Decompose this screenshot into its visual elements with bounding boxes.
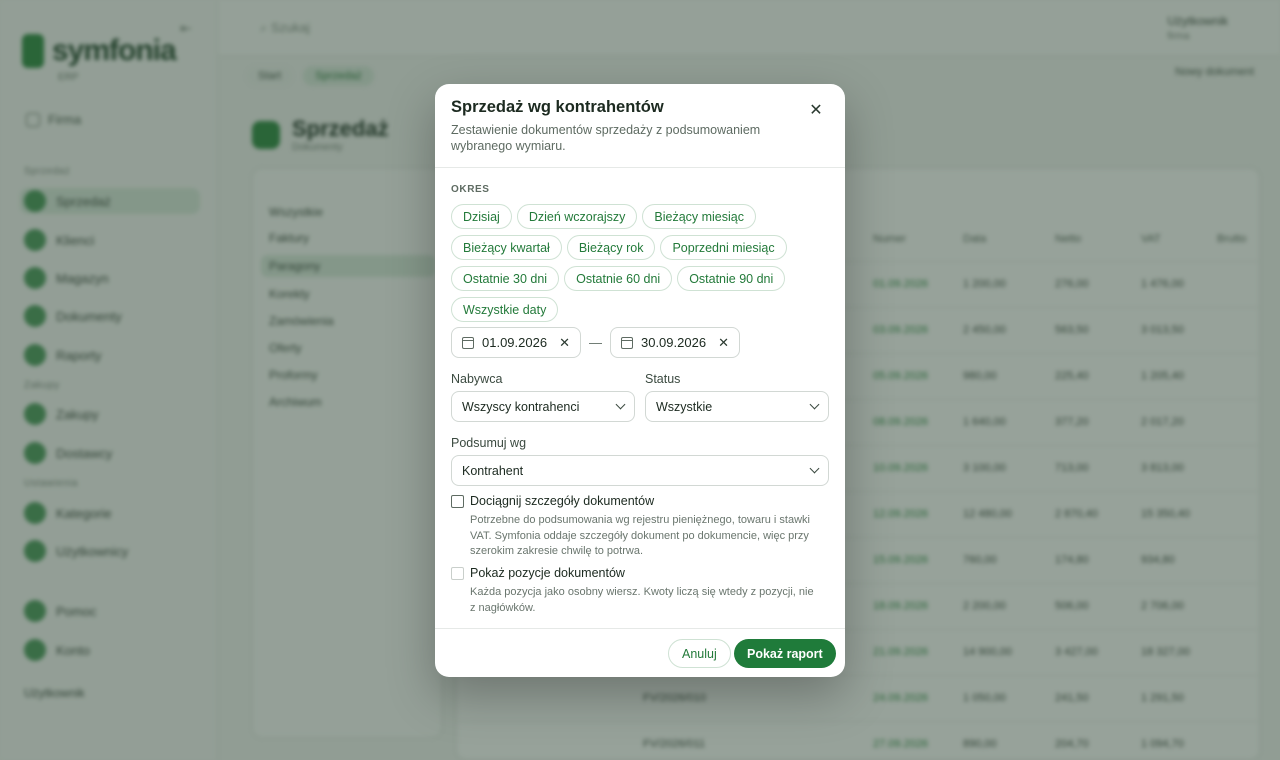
period-chip-all-dates[interactable]: Wszystkie daty [451, 297, 559, 322]
fetch-details-label: Dociągnij szczegóły dokumentów [470, 494, 655, 508]
period-chip-previous-month[interactable]: Poprzedni miesiąc [660, 235, 787, 260]
period-chip-current-month[interactable]: Bieżący miesiąc [642, 204, 756, 229]
summarize-select[interactable]: Kontrahent [451, 455, 829, 486]
status-label: Status [645, 372, 681, 386]
cancel-button[interactable]: Anuluj [668, 639, 731, 668]
chevron-down-icon [615, 399, 626, 410]
calendar-icon [620, 336, 633, 349]
status-value: Wszystkie [656, 399, 713, 414]
period-chip-today[interactable]: Dzisiaj [451, 204, 512, 229]
date-from-value: 01.09.2026 [482, 335, 548, 350]
dialog-subtitle: Zestawienie dokumentów sprzedaży z podsu… [451, 123, 761, 153]
fetch-details-description: Potrzebne do podsumowania wg rejestru pi… [470, 514, 810, 557]
buyer-label: Nabywca [451, 372, 503, 386]
clear-date-to-icon[interactable]: ✕ [718, 335, 729, 351]
period-chips: Dzisiaj Dzień wczorajszy Bieżący miesiąc… [451, 204, 831, 322]
fetch-details-checkbox[interactable] [451, 495, 464, 508]
calendar-icon [462, 336, 474, 349]
period-chip-last-30-days[interactable]: Ostatnie 30 dni [451, 266, 560, 291]
period-chip-last-90-days[interactable]: Ostatnie 90 dni [677, 266, 786, 291]
dialog-title: Sprzedaż wg kontrahentów [451, 98, 664, 116]
period-label: OKRES [451, 184, 490, 195]
option-fetch-details[interactable]: Dociągnij szczegóły dokumentów [451, 494, 654, 508]
date-separator: — [588, 335, 602, 350]
show-positions-description: Każda pozycja jako osobny wiersz. Kwoty … [470, 586, 814, 614]
period-chip-current-quarter[interactable]: Bieżący kwartał [451, 235, 562, 260]
date-from-field[interactable]: 01.09.2026 ✕ [451, 327, 581, 358]
period-chip-yesterday[interactable]: Dzień wczorajszy [516, 204, 638, 229]
period-chip-last-60-days[interactable]: Ostatnie 60 dni [564, 266, 673, 291]
show-positions-label: Pokaż pozycje dokumentów [470, 566, 625, 580]
date-to-value: 30.09.2026 [640, 335, 707, 350]
period-chip-current-year[interactable]: Bieżący rok [566, 235, 656, 260]
clear-date-from-icon[interactable]: ✕ [559, 335, 570, 351]
summarize-label: Podsumuj wg [451, 436, 527, 450]
chevron-down-icon [809, 399, 820, 410]
report-dialog: Sprzedaż wg kontrahentów Zestawienie dok… [435, 84, 845, 677]
option-show-positions[interactable]: Pokaż pozycje dokumentów [451, 566, 625, 580]
status-select[interactable]: Wszystkie [645, 391, 829, 422]
dialog-header: Sprzedaż wg kontrahentów Zestawienie dok… [435, 84, 845, 168]
buyer-select[interactable]: Wszyscy kontrahenci [451, 391, 635, 422]
summarize-value: Kontrahent [462, 463, 524, 478]
date-range: 01.09.2026 ✕ — 30.09.2026 ✕ [451, 327, 740, 358]
date-to-field[interactable]: 30.09.2026 ✕ [609, 327, 740, 358]
dialog-footer: Anuluj Pokaż raport [435, 628, 845, 677]
close-icon[interactable]: ✕ [805, 100, 827, 122]
chevron-down-icon [809, 463, 820, 474]
buyer-value: Wszyscy kontrahenci [462, 399, 580, 414]
show-positions-checkbox[interactable] [451, 567, 464, 580]
show-report-button[interactable]: Pokaż raport [734, 639, 836, 668]
